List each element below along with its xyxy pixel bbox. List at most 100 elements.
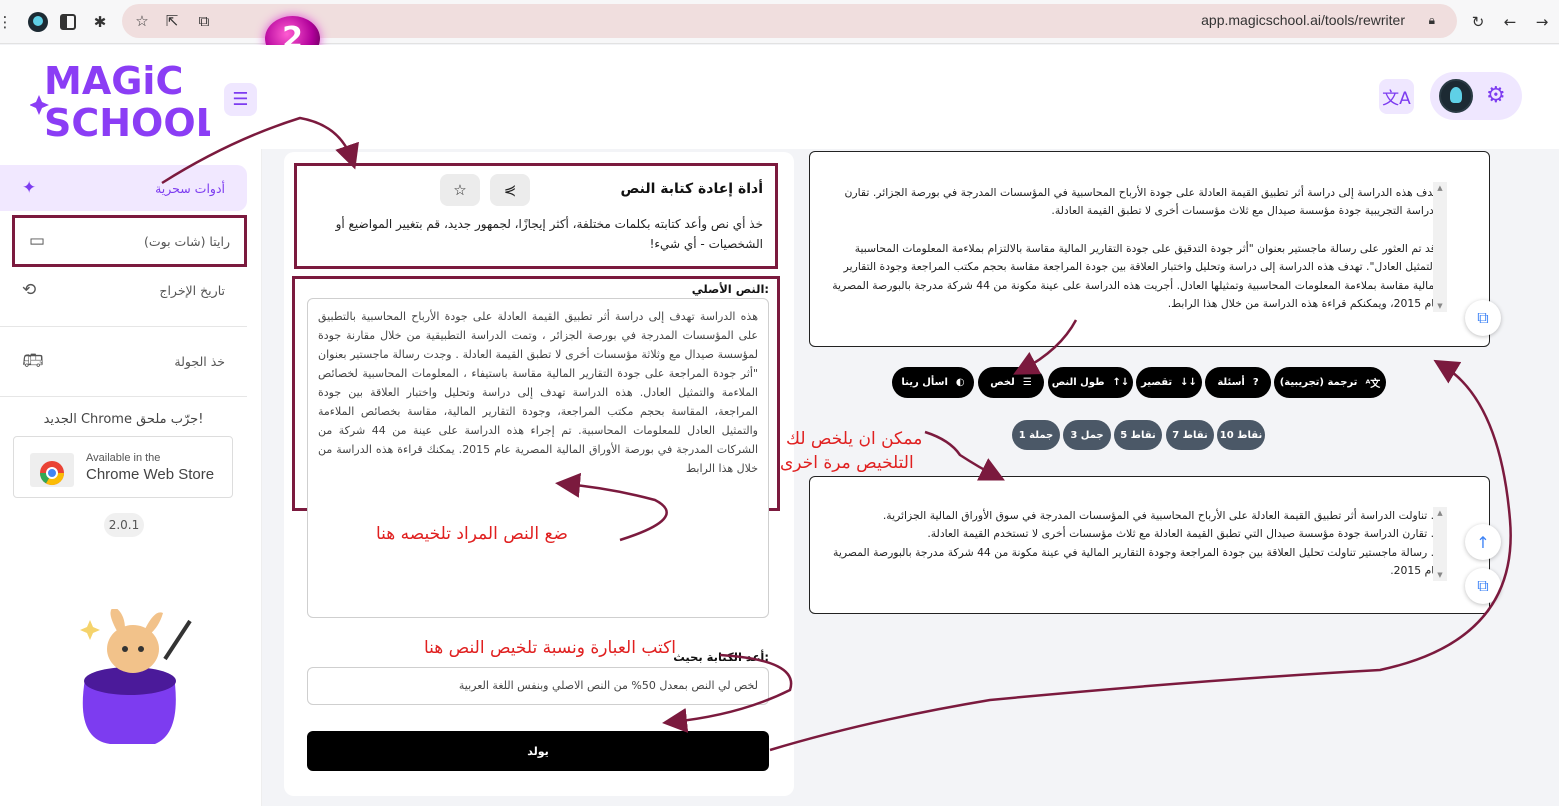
- chrome-web-store-badge[interactable]: Available in the Chrome Web Store: [13, 436, 233, 498]
- pill-10-points[interactable]: نقاط 10: [1217, 420, 1265, 450]
- translate-action-button[interactable]: ترجمة (تجريبية) ᴬ文: [1274, 367, 1386, 398]
- profile-menu[interactable]: ⚙: [1430, 72, 1522, 120]
- sidebar-item-magic-tools[interactable]: ✦ أدوات سحرية: [0, 165, 247, 211]
- pill-5-points[interactable]: نقاط 5: [1114, 420, 1162, 450]
- back-icon[interactable]: ←: [1498, 10, 1522, 34]
- history-icon: ⟲: [22, 280, 37, 300]
- copy-button[interactable]: ⧉: [1465, 568, 1501, 604]
- tool-header-highlight: أداة إعادة كتابة النص ☆ ⋞ خذ أي نص وأعد …: [294, 163, 778, 269]
- scroll-down-icon[interactable]: ▼: [1433, 571, 1447, 579]
- action-label: طول النص: [1051, 377, 1105, 388]
- scroll-down-icon[interactable]: ▼: [1433, 302, 1447, 310]
- action-label: تقصير: [1141, 377, 1173, 388]
- share-icon[interactable]: ⇱: [160, 9, 184, 33]
- share-button[interactable]: ⋞: [490, 174, 530, 206]
- output2-item-1: 1. تناولت الدراسة أثر تطبيق القيمة العاد…: [882, 509, 1441, 522]
- url-text: app.magicschool.ai/tools/rewriter: [1201, 12, 1405, 28]
- action-label: لخص: [990, 377, 1015, 388]
- bus-icon: 🚌︎: [22, 351, 44, 371]
- annotation-write-phrase: اكتب العبارة ونسبة تلخيص النص هنا: [424, 638, 676, 658]
- gear-icon[interactable]: ⚙: [1486, 83, 1506, 108]
- copy-icon: ⧉: [1477, 308, 1489, 327]
- menu-toggle-button[interactable]: ☰: [224, 83, 257, 116]
- lengthen-action-button[interactable]: طول النص ↑↓: [1048, 367, 1133, 398]
- favorite-button[interactable]: ☆: [440, 174, 480, 206]
- output2-item-3: 3. رسالة ماجستير تناولت تحليل العلاقة بي…: [833, 546, 1441, 578]
- hamburger-icon: ☰: [232, 89, 249, 110]
- sidebar-item-tour[interactable]: 🚌︎ خذ الجولة: [0, 338, 247, 384]
- chrome-icon: [30, 453, 74, 487]
- copy-icon: ⧉: [1477, 576, 1489, 595]
- copy-button[interactable]: ⧉: [1465, 300, 1501, 336]
- tool-description: خذ أي نص وأعد كتابته بكلمات مختلفة، أكثر…: [335, 217, 763, 251]
- sidebar-item-history[interactable]: ⟲ تاريخ الإخراج: [0, 267, 247, 313]
- output2-scrollbar[interactable]: ▲ ▼: [1433, 507, 1447, 581]
- cws-small-text: Available in the: [86, 452, 161, 464]
- browser-toolbar: ⋮ ✱ ☆ ⇱ ⧉ app.magicschool.ai/tools/rewri…: [0, 0, 1559, 44]
- pill-1-sentence[interactable]: جملة 1: [1012, 420, 1060, 450]
- output1-para1: تهدف هذه الدراسة إلى دراسة أثر تطبيق الق…: [844, 186, 1442, 218]
- sidebar-item-label: تاريخ الإخراج: [159, 282, 225, 298]
- sidebar-divider: [0, 326, 247, 327]
- translate-page-icon[interactable]: ⧉: [192, 9, 216, 33]
- translate-icon: ᴬ文: [1365, 379, 1381, 390]
- output1-para2: وقد تم العثور على رسالة ماجستير بعنوان "…: [832, 242, 1441, 311]
- raina-icon: ◐: [955, 377, 965, 388]
- action-label: أسئلة: [1217, 377, 1245, 388]
- output2-item-2: 2. تقارن الدراسة جودة مؤسسة صيدال التي ت…: [927, 527, 1441, 540]
- magicschool-logo[interactable]: MAGiC SCHOOL: [30, 58, 210, 142]
- annotation-can-summarize-2: التلخيص مرة اخرى: [780, 453, 914, 473]
- star-icon: ☆: [453, 181, 467, 199]
- lock-icon[interactable]: 🔒︎: [1429, 13, 1435, 28]
- tool-title: أداة إعادة كتابة النص: [620, 181, 763, 197]
- pill-3-sentences[interactable]: جمل 3: [1063, 420, 1111, 450]
- lengthen-icon: ↑↓: [1112, 377, 1130, 388]
- sidebar-divider: [0, 396, 247, 397]
- forward-icon[interactable]: →: [1530, 10, 1554, 34]
- generate-button[interactable]: يولد: [307, 731, 769, 771]
- mascot-illustration: [80, 609, 192, 744]
- version-badge: 2.0.1: [104, 513, 144, 537]
- scroll-up-icon[interactable]: ▲: [1433, 509, 1447, 517]
- language-button[interactable]: 文A: [1379, 79, 1414, 114]
- output-card-1: تهدف هذه الدراسة إلى دراسة أثر تطبيق الق…: [809, 151, 1490, 347]
- share-icon: ⋞: [503, 181, 517, 199]
- output-card-2: 1. تناولت الدراسة أثر تطبيق القيمة العاد…: [809, 476, 1490, 614]
- sidebar-item-raina[interactable]: ▭ رايتا (شات بوت): [12, 215, 247, 267]
- action-label: ترجمة (تجريبية): [1279, 377, 1358, 388]
- output1-scrollbar[interactable]: ▲ ▼: [1433, 182, 1447, 312]
- avatar[interactable]: [1439, 79, 1473, 113]
- sidebar-item-label: أدوات سحرية: [155, 180, 225, 196]
- ask-raina-action-button[interactable]: اسأل رينا ◐: [892, 367, 974, 398]
- sidebar-item-label: خذ الجولة: [174, 353, 225, 369]
- reload-icon[interactable]: ↻: [1466, 10, 1490, 34]
- annotation-put-text: ضع النص المراد تلخيصه هنا: [376, 524, 568, 544]
- action-label: اسأل رينا: [901, 377, 948, 388]
- original-text-value: هذه الدراسة تهدف إلى دراسة أثر تطبيق الق…: [318, 310, 758, 475]
- question-icon: ?: [1252, 377, 1259, 388]
- rewrite-instruction-input[interactable]: لخص لي النص بمعدل 50% من النص الاصلي وبن…: [307, 667, 769, 705]
- star-icon[interactable]: ☆: [130, 9, 154, 33]
- pill-7-points[interactable]: نقاط 7: [1166, 420, 1214, 450]
- scroll-up-icon[interactable]: ▲: [1433, 184, 1447, 192]
- menu-dots-icon[interactable]: ⋮: [0, 10, 13, 34]
- summarize-action-button[interactable]: لخص ☰: [978, 367, 1044, 398]
- shorten-icon: ↓↓: [1180, 377, 1197, 388]
- sidebar-item-label: رايتا (شات بوت): [143, 233, 230, 249]
- list-icon: ☰: [1022, 377, 1032, 388]
- translate-icon: 文A: [1382, 89, 1411, 109]
- logo-line1: MAGiC: [44, 59, 183, 103]
- profile-icon[interactable]: [26, 10, 50, 34]
- chrome-promo-text: الجديد Chrome جرّب ملحق!: [43, 412, 204, 427]
- extensions-icon[interactable]: ✱: [88, 10, 112, 34]
- cws-big-text: Chrome Web Store: [86, 466, 215, 483]
- original-text-textarea[interactable]: هذه الدراسة تهدف إلى دراسة أثر تطبيق الق…: [307, 298, 769, 618]
- scroll-top-button[interactable]: ↑: [1465, 524, 1501, 560]
- shorten-action-button[interactable]: تقصير ↓↓: [1136, 367, 1202, 398]
- address-bar[interactable]: ☆ ⇱ ⧉ app.magicschool.ai/tools/rewriter …: [122, 4, 1457, 38]
- questions-action-button[interactable]: أسئلة?: [1205, 367, 1271, 398]
- sidebar-toggle-icon[interactable]: [56, 10, 80, 34]
- sidebar: ✦ أدوات سحرية ▭ رايتا (شات بوت) ⟲ تاريخ …: [0, 149, 262, 806]
- original-text-label: النص الأصلي:: [691, 282, 769, 296]
- chat-icon: ▭: [29, 231, 46, 251]
